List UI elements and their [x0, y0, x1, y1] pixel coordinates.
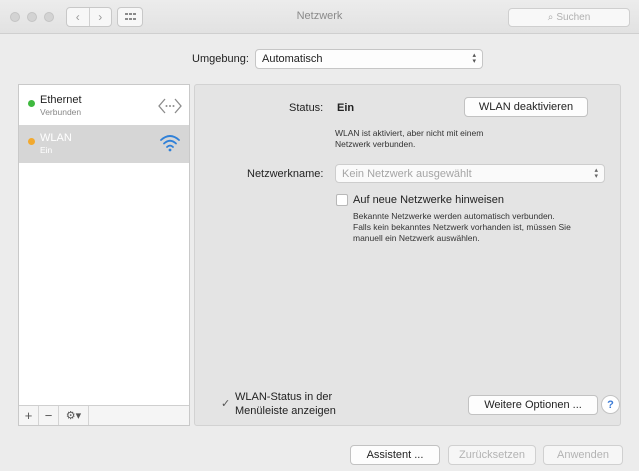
help-button[interactable]: ? [601, 395, 620, 414]
search-icon: ⌕ [547, 12, 554, 23]
service-ethernet[interactable]: Ethernet Verbunden [19, 87, 189, 125]
gear-icon[interactable]: ⚙▾ [59, 406, 89, 425]
ask-new-networks-checkbox[interactable] [336, 194, 348, 206]
status-description: WLAN ist aktiviert, aber nicht mit einem… [335, 128, 484, 149]
network-name-select[interactable]: Kein Netzwerk ausgewählt ▴ ▾ [335, 164, 605, 183]
service-status: Ein [40, 145, 53, 155]
apply-button[interactable]: Anwenden [543, 445, 623, 465]
service-wlan[interactable]: WLAN Ein [19, 125, 189, 163]
service-list: Ethernet Verbunden WLAN Ein + − ⚙▾ [18, 84, 190, 426]
service-name: WLAN [40, 132, 72, 144]
network-name-label: Netzwerkname: [247, 168, 324, 180]
wifi-icon [160, 135, 180, 152]
ask-new-networks-label: Auf neue Netzwerke hinweisen [353, 194, 505, 206]
title-bar: ‹ › Netzwerk ⌕ Suchen [0, 0, 639, 34]
updown-icon: ▴ ▾ [472, 52, 476, 65]
service-status: Verbunden [40, 107, 82, 117]
remove-service-button[interactable]: − [39, 406, 59, 425]
status-dot [28, 138, 35, 145]
location-label: Umgebung: [192, 53, 249, 65]
revert-button[interactable]: Zurücksetzen [448, 445, 536, 465]
location-value: Automatisch [262, 53, 323, 65]
status-label: Status: [289, 102, 324, 114]
checkmark-icon[interactable]: ✓ [221, 397, 230, 410]
ethernet-icon [158, 98, 182, 114]
location-select[interactable]: Automatisch ▴ ▾ [255, 49, 483, 69]
advanced-options-button[interactable]: Weitere Optionen ... [468, 395, 598, 415]
service-name: Ethernet [40, 94, 82, 106]
wlan-detail-panel: Status: Ein WLAN deaktivieren WLAN ist a… [194, 84, 621, 426]
add-service-button[interactable]: + [19, 406, 39, 425]
search-field[interactable]: ⌕ Suchen [508, 8, 630, 27]
search-placeholder: Suchen [556, 12, 591, 23]
assistant-button[interactable]: Assistent ... [350, 445, 440, 465]
network-placeholder: Kein Netzwerk ausgewählt [342, 167, 472, 180]
wlan-toggle-button[interactable]: WLAN deaktivieren [464, 97, 588, 117]
service-toolbar: + − ⚙▾ [19, 405, 189, 425]
status-value: Ein [337, 102, 355, 114]
status-dot [28, 100, 35, 107]
updown-icon: ▴ ▾ [594, 167, 598, 180]
menubar-status-label: WLAN-Status in der Menüleiste anzeigen [235, 391, 336, 417]
ask-new-networks-description: Bekannte Netzwerke werden automatisch ve… [353, 211, 571, 243]
